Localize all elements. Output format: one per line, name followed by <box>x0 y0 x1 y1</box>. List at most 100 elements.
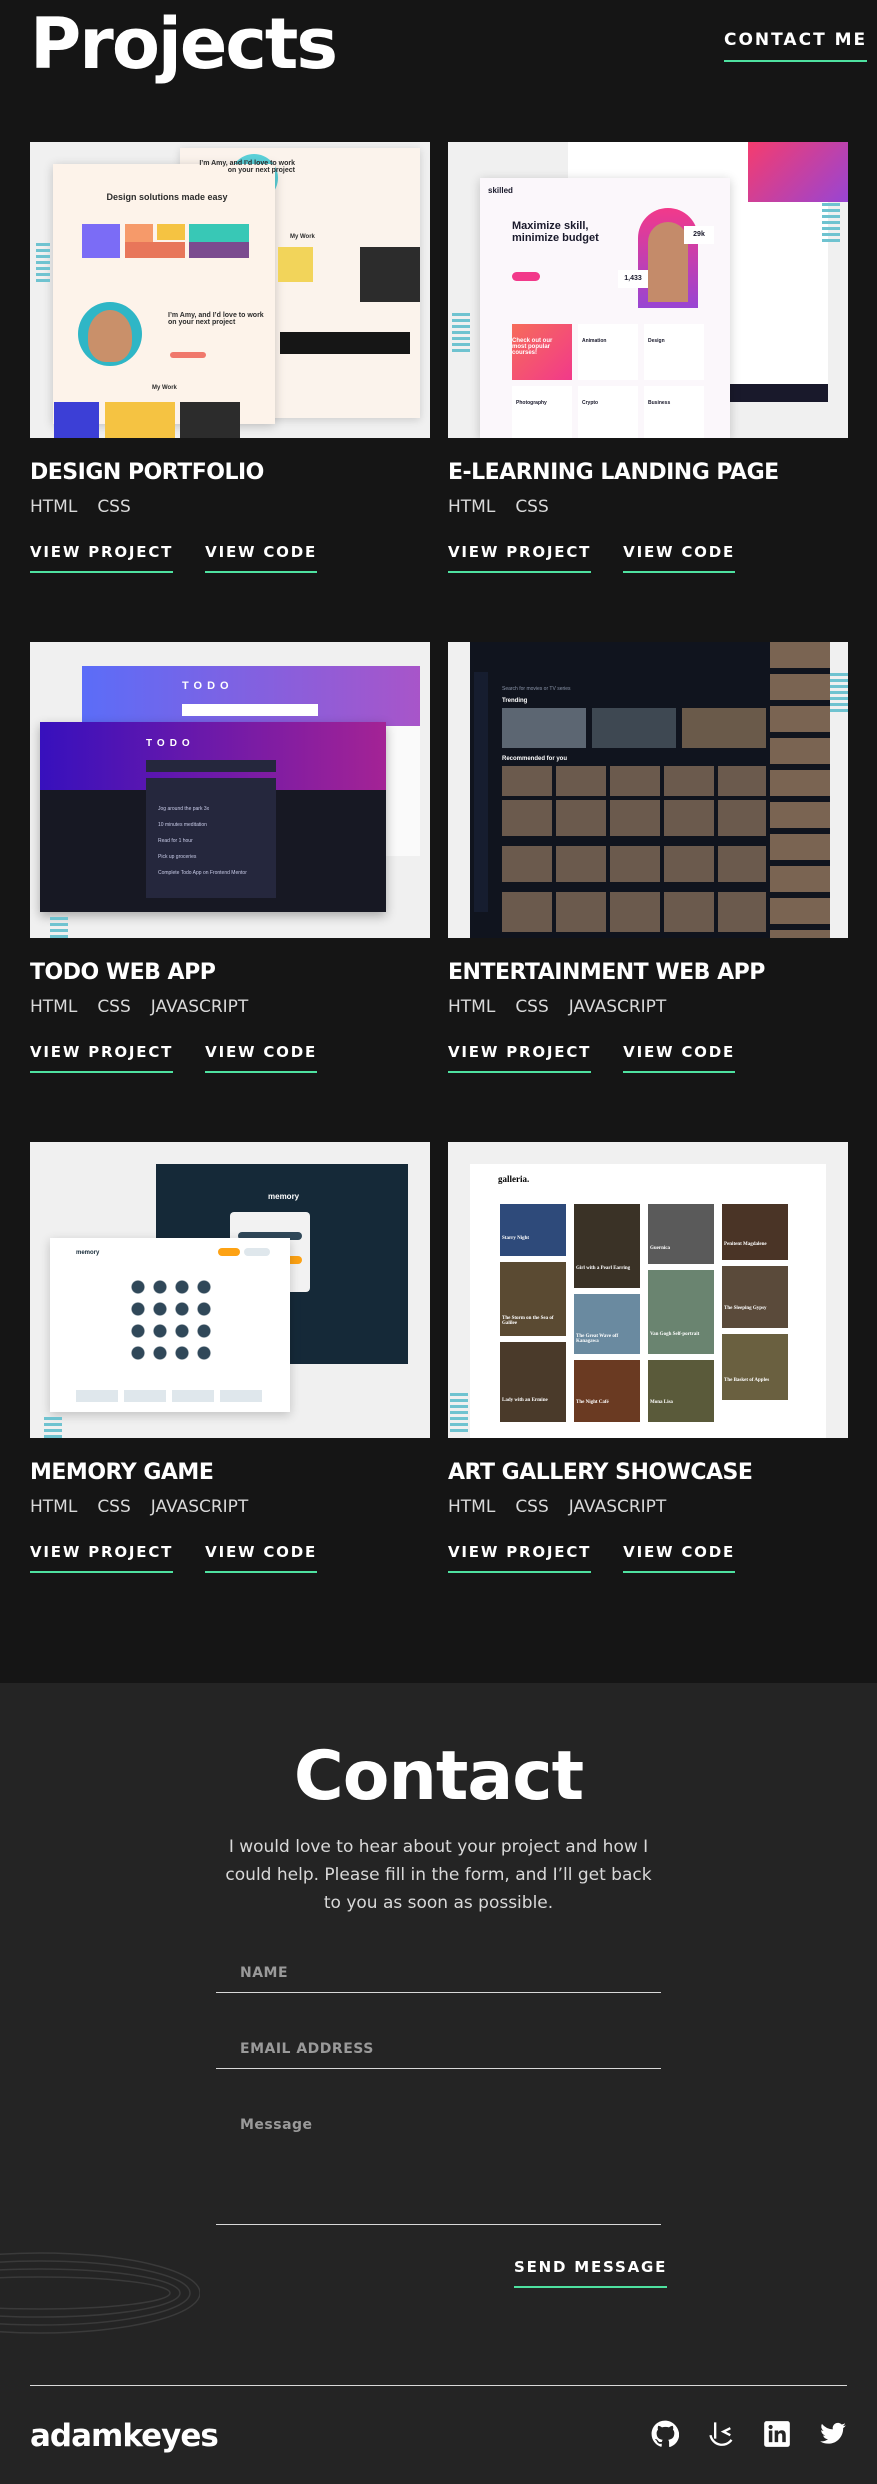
thumb-intro: I’m Amy, and I’d love to work on your ne… <box>168 312 264 326</box>
project-title: DESIGN PORTFOLIO <box>30 460 264 485</box>
thumb-course: Photography <box>516 400 547 406</box>
thumb-artwork: Starry Night <box>502 1236 530 1241</box>
thumb-course: Business <box>648 400 671 406</box>
view-project-button[interactable]: VIEW PROJECT <box>30 1543 174 1573</box>
tag: HTML <box>448 997 496 1017</box>
project-card-memory-game: memory memory MEMORY GAME HTML CSS JAVAS… <box>30 1142 430 1573</box>
contact-title: Contact <box>293 1737 584 1816</box>
thumb-artwork: The Sleeping Gypsy <box>724 1306 767 1311</box>
thumb-app-title: memory <box>76 1250 100 1256</box>
rings-decoration <box>0 2252 200 2334</box>
thumb-artwork: Guernica <box>650 1246 670 1251</box>
project-thumbnail[interactable]: galleria. Starry Night The Storm on the … <box>448 1142 848 1438</box>
contact-me-link[interactable]: CONTACT ME <box>724 30 868 62</box>
view-code-button[interactable]: VIEW CODE <box>623 543 736 573</box>
project-title: ART GALLERY SHOWCASE <box>448 1460 753 1485</box>
thumb-artwork: Van Gogh Self-portrait <box>650 1332 700 1337</box>
thumb-course: Crypto <box>582 400 599 406</box>
thumb-headline: Design solutions made easy <box>106 192 228 202</box>
project-thumbnail[interactable]: skilled Maximize skill, minimize budget … <box>448 142 848 438</box>
footer-logo[interactable]: adamkeyes <box>30 2418 219 2454</box>
thumb-cta: Check out our most popular courses! <box>512 338 553 356</box>
contact-description: I would love to hear about your project … <box>225 1837 652 1913</box>
thumb-artwork: The Storm on the Sea of Galilee <box>502 1316 554 1326</box>
tag: HTML <box>30 497 78 517</box>
thumb-section: My Work <box>152 385 177 391</box>
view-code-button[interactable]: VIEW CODE <box>205 1543 318 1573</box>
thumb-artwork: Penitent Magdalene <box>724 1242 767 1247</box>
thumb-stat: 1,433 <box>618 270 648 288</box>
project-title: TODO WEB APP <box>30 960 216 985</box>
tag: HTML <box>30 1497 78 1517</box>
social-links <box>651 2420 847 2448</box>
view-project-button[interactable]: VIEW PROJECT <box>30 1043 174 1073</box>
linkedin-icon[interactable] <box>763 2420 791 2448</box>
thumb-todo-item: Pick up groceries <box>158 854 197 860</box>
view-project-button[interactable]: VIEW PROJECT <box>448 1043 592 1073</box>
thumb-course: Design <box>648 338 665 344</box>
name-field[interactable]: NAME <box>216 1965 661 1993</box>
thumb-recommended: Recommended for you <box>502 756 568 762</box>
project-thumbnail[interactable]: Design solutions made easy I’m Amy, and … <box>30 142 430 438</box>
project-title: MEMORY GAME <box>30 1460 214 1485</box>
project-tags: HTML CSS JAVASCRIPT <box>30 997 430 1017</box>
project-thumbnail[interactable]: TODO TODO Jog around the park 3x 10 minu… <box>30 642 430 938</box>
tag: JAVASCRIPT <box>150 997 249 1017</box>
thumb-artwork: The Night Café <box>576 1400 609 1405</box>
tag: CSS <box>97 997 131 1017</box>
thumb-artwork: Girl with a Pearl Earring <box>576 1266 631 1271</box>
tag: CSS <box>515 1497 549 1517</box>
thumb-artwork: Lady with an Ermine <box>502 1398 548 1403</box>
thumb-course: Animation <box>582 338 607 344</box>
twitter-icon[interactable] <box>819 2420 847 2448</box>
contact-section: Contact I would love to hear about your … <box>0 1683 877 2484</box>
thumb-todo-item: 10 minutes meditation <box>158 822 207 828</box>
thumb-stat: 29k <box>684 226 714 244</box>
project-tags: HTML CSS JAVASCRIPT <box>448 1497 848 1517</box>
view-code-button[interactable]: VIEW CODE <box>205 1043 318 1073</box>
project-card-design-portfolio: Design solutions made easy I’m Amy, and … <box>30 142 430 573</box>
thumb-brand: skilled <box>488 186 513 195</box>
thumb-artwork: The Great Wave off Kanagawa <box>576 1334 619 1344</box>
thumb-trending: Trending <box>502 698 528 704</box>
project-thumbnail[interactable]: Search for movies or TV series Trending … <box>448 642 848 938</box>
tag: JAVASCRIPT <box>568 997 667 1017</box>
tag: HTML <box>448 497 496 517</box>
project-card-art-gallery: galleria. Starry Night The Storm on the … <box>448 1142 848 1573</box>
email-field[interactable]: EMAIL ADDRESS <box>216 2041 661 2069</box>
view-project-button[interactable]: VIEW PROJECT <box>448 543 592 573</box>
thumb-app-title-front: TODO <box>146 738 195 749</box>
project-title: ENTERTAINMENT WEB APP <box>448 960 765 985</box>
tag: CSS <box>515 497 549 517</box>
tag: JAVASCRIPT <box>568 1497 667 1517</box>
view-code-button[interactable]: VIEW CODE <box>623 1043 736 1073</box>
tag: CSS <box>97 1497 131 1517</box>
thumb-intro-back: I’m Amy, and I’d love to work on your ne… <box>199 160 295 174</box>
thumb-artwork: The Basket of Apples <box>724 1378 770 1383</box>
thumb-search: Search for movies or TV series <box>502 686 571 692</box>
page-title: Projects <box>30 3 338 85</box>
view-project-button[interactable]: VIEW PROJECT <box>30 543 174 573</box>
thumb-app-title: TODO <box>182 680 234 692</box>
view-project-button[interactable]: VIEW PROJECT <box>448 1543 592 1573</box>
frontend-mentor-icon[interactable] <box>707 2420 735 2448</box>
project-thumbnail[interactable]: memory memory <box>30 1142 430 1438</box>
footer-divider <box>30 2385 847 2386</box>
project-title: E-LEARNING LANDING PAGE <box>448 460 779 485</box>
message-field[interactable]: Message <box>216 2117 661 2225</box>
tag: HTML <box>448 1497 496 1517</box>
view-code-button[interactable]: VIEW CODE <box>623 1543 736 1573</box>
portfolio-page: Projects CONTACT ME Design solutions mad… <box>0 0 877 2484</box>
thumb-headline: Maximize skill, minimize budget <box>512 220 599 244</box>
thumb-brand: galleria. <box>498 1174 530 1184</box>
view-code-button[interactable]: VIEW CODE <box>205 543 318 573</box>
thumb-todo-item: Complete Todo App on Frontend Mentor <box>158 870 247 876</box>
send-message-button[interactable]: SEND MESSAGE <box>514 2258 668 2288</box>
project-card-entertainment: Search for movies or TV series Trending … <box>448 642 848 1073</box>
project-card-e-learning: skilled Maximize skill, minimize budget … <box>448 142 848 573</box>
tag: JAVASCRIPT <box>150 1497 249 1517</box>
github-icon[interactable] <box>651 2420 679 2448</box>
thumb-app-title-back: memory <box>268 1192 300 1201</box>
tag: HTML <box>30 997 78 1017</box>
thumb-todo-item: Read for 1 hour <box>158 838 193 844</box>
